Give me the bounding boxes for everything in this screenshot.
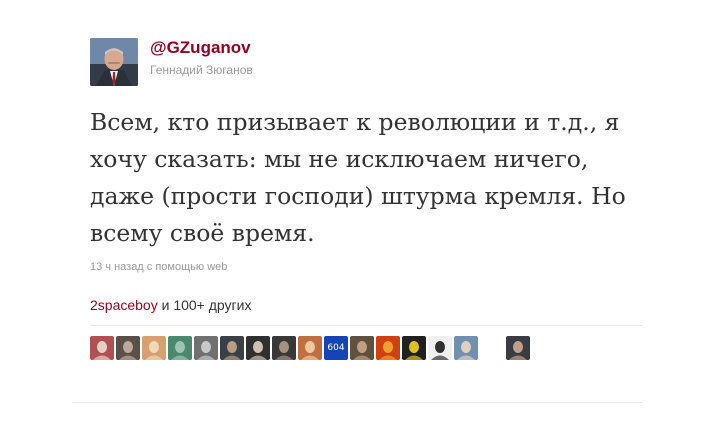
avatar-thumb-icon bbox=[428, 336, 452, 360]
profile-avatar[interactable] bbox=[90, 38, 138, 86]
avatar-thumb-icon bbox=[272, 336, 296, 360]
avatar-thumb-icon bbox=[298, 336, 322, 360]
retweeter-avatar[interactable] bbox=[142, 336, 166, 360]
retweeter-avatar[interactable] bbox=[454, 336, 478, 360]
retweeter-avatar[interactable] bbox=[272, 336, 296, 360]
retweeter-link[interactable]: 2spaceboy bbox=[90, 297, 158, 313]
avatar-label: 604 bbox=[327, 343, 345, 353]
timestamp-link[interactable]: 13 ч назад bbox=[90, 261, 144, 273]
retweeter-avatar[interactable] bbox=[90, 336, 114, 360]
divider bbox=[72, 402, 642, 403]
avatar-thumb-icon bbox=[116, 336, 140, 360]
retweeter-avatar[interactable] bbox=[506, 336, 530, 360]
retweeter-avatar[interactable] bbox=[194, 336, 218, 360]
avatar-thumb-icon bbox=[90, 336, 114, 360]
retweeter-avatar[interactable] bbox=[298, 336, 322, 360]
retweeter-avatar[interactable] bbox=[376, 336, 400, 360]
retweeter-avatar[interactable] bbox=[428, 336, 452, 360]
avatar-thumb-icon bbox=[350, 336, 374, 360]
source-link[interactable]: web bbox=[207, 261, 227, 273]
avatar-thumb-icon bbox=[168, 336, 192, 360]
user-full-name: Геннадий Зюганов bbox=[150, 63, 253, 77]
others-count: и 100+ других bbox=[157, 297, 252, 313]
avatar-thumb-icon bbox=[142, 336, 166, 360]
avatar-thumb-icon bbox=[506, 336, 530, 360]
portrait-icon bbox=[90, 38, 138, 86]
retweeter-avatar[interactable] bbox=[116, 336, 140, 360]
retweeter-avatar[interactable] bbox=[168, 336, 192, 360]
tweet-meta: 13 ч назад с помощью web bbox=[90, 261, 227, 273]
retweeter-avatar[interactable] bbox=[246, 336, 270, 360]
user-handle[interactable]: @GZuganov bbox=[150, 38, 251, 58]
retweeter-avatar[interactable] bbox=[402, 336, 426, 360]
tweet-text: Всем, кто призывает к революции и т.д., … bbox=[90, 108, 626, 247]
divider bbox=[90, 325, 642, 326]
retweeter-avatars: 604 bbox=[90, 336, 532, 360]
avatar-thumb-icon bbox=[376, 336, 400, 360]
retweeter-avatar[interactable]: 604 bbox=[324, 336, 348, 360]
retweeters-line: 2spaceboy и 100+ других bbox=[90, 297, 251, 313]
avatar-thumb-icon bbox=[194, 336, 218, 360]
avatar-thumb-icon bbox=[402, 336, 426, 360]
retweeter-avatar[interactable] bbox=[350, 336, 374, 360]
via-prefix: с помощью bbox=[143, 261, 208, 273]
avatar-thumb-icon bbox=[246, 336, 270, 360]
avatar-thumb-icon bbox=[220, 336, 244, 360]
avatar-thumb-icon bbox=[454, 336, 478, 360]
retweeter-avatar[interactable] bbox=[220, 336, 244, 360]
